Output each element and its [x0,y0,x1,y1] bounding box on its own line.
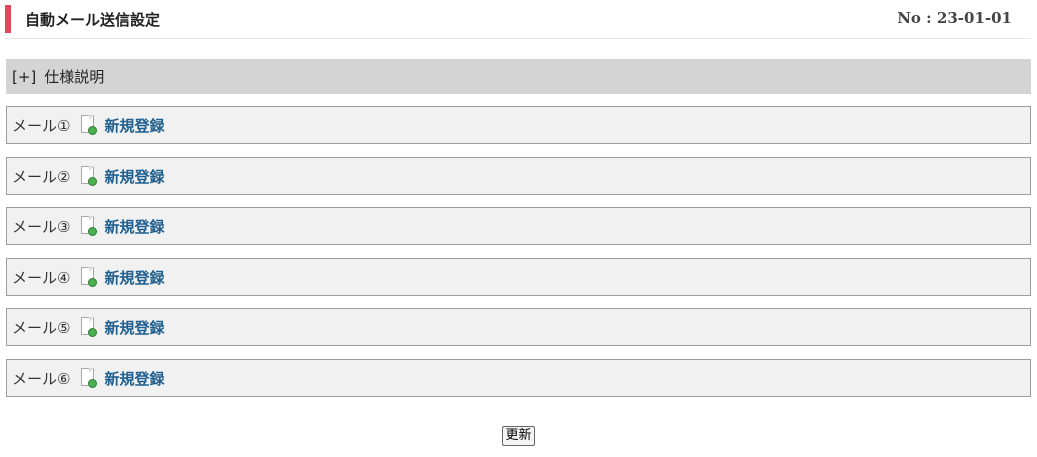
new-register-link[interactable]: 新規登録 [104,115,164,136]
spec-section-header[interactable]: [+] 仕様説明 [6,59,1031,94]
new-register-link[interactable]: 新規登録 [104,368,164,389]
update-button-area: 更新 [0,424,1037,446]
mail-label: メール⑤ [12,318,71,337]
screen-number: No : 23-01-01 [897,9,1012,27]
new-document-icon [80,216,98,236]
mail-row-3: メール③ 新規登録 [6,207,1031,245]
page-header: 自動メール送信設定 No : 23-01-01 [5,5,1031,39]
spec-label: 仕様説明 [44,68,105,86]
new-document-icon [80,267,98,287]
header-accent-bar [5,5,11,33]
spec-expand-toggle[interactable]: [+] [12,68,36,86]
new-register-link[interactable]: 新規登録 [104,267,164,288]
mail-label: メール① [12,116,71,135]
mail-label: メール③ [12,217,71,236]
page-title: 自動メール送信設定 [25,11,161,29]
new-document-icon [80,115,98,135]
new-register-link[interactable]: 新規登録 [104,317,164,338]
mail-row-6: メール⑥ 新規登録 [6,359,1031,397]
new-register-link[interactable]: 新規登録 [104,216,164,237]
new-register-link[interactable]: 新規登録 [104,166,164,187]
new-document-icon [80,368,98,388]
mail-label: メール⑥ [12,369,71,388]
mail-label: メール④ [12,268,71,287]
mail-row-1: メール① 新規登録 [6,106,1031,144]
mail-row-5: メール⑤ 新規登録 [6,308,1031,346]
mail-label: メール② [12,167,71,186]
new-document-icon [80,166,98,186]
mail-row-2: メール② 新規登録 [6,157,1031,195]
update-button[interactable]: 更新 [502,426,535,446]
mail-row-4: メール④ 新規登録 [6,258,1031,296]
new-document-icon [80,317,98,337]
